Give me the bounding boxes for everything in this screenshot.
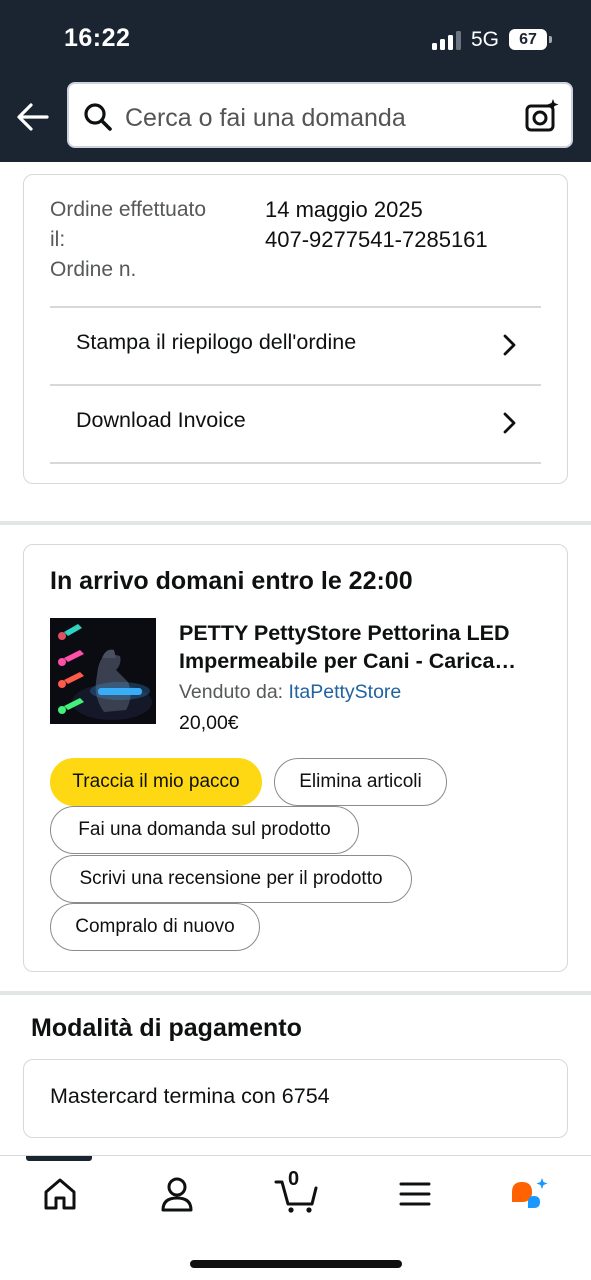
battery-icon: 67	[509, 29, 552, 50]
product-title-line1: PETTY PettyStore Pettorina LED	[179, 621, 510, 645]
payment-card: Mastercard termina con 6754	[23, 1059, 568, 1138]
payment-method-text: Mastercard termina con 6754	[50, 1084, 330, 1108]
cart-count: 0	[288, 1168, 300, 1190]
order-info-card: Ordine effettuato il: Ordine n. 14 maggi…	[23, 174, 568, 484]
search-bar[interactable]: Cerca o fai una domanda	[67, 82, 573, 148]
rufus-assistant-icon[interactable]	[508, 1174, 552, 1214]
chevron-right-icon	[503, 334, 516, 356]
ask-question-button[interactable]: Fai una domanda sul prodotto	[50, 806, 359, 854]
sold-by-label: Venduto da:	[179, 681, 284, 703]
seller-link[interactable]: ItaPettyStore	[289, 681, 402, 703]
shipment-card: In arrivo domani entro le 22:00 PETTY Pe…	[23, 544, 568, 972]
order-date-value: 14 maggio 2025	[265, 197, 423, 222]
section-separator	[0, 521, 591, 525]
track-package-button[interactable]: Traccia il mio pacco	[50, 758, 262, 806]
payment-heading: Modalità di pagamento	[31, 1014, 302, 1042]
download-invoice-label: Download Invoice	[76, 408, 246, 432]
divider	[50, 462, 541, 464]
account-icon[interactable]	[157, 1174, 197, 1214]
product-title-line2: Impermeabile per Cani - Carica…	[179, 649, 516, 673]
print-summary-row[interactable]: Stampa il riepilogo dell'ordine	[50, 308, 541, 384]
signal-icon	[432, 31, 461, 50]
order-date-label-line2: il:	[50, 228, 66, 251]
delivery-heading: In arrivo domani entro le 22:00	[50, 567, 413, 595]
order-number-label: Ordine n.	[50, 258, 137, 281]
product-title[interactable]: PETTY PettyStore Pettorina LED Impermeab…	[179, 619, 549, 675]
active-tab-indicator	[26, 1156, 92, 1161]
section-separator	[0, 991, 591, 995]
buy-again-button[interactable]: Compralo di nuovo	[50, 903, 260, 951]
print-summary-label: Stampa il riepilogo dell'ordine	[76, 330, 357, 354]
chevron-right-icon	[503, 412, 516, 434]
delete-items-button[interactable]: Elimina articoli	[274, 758, 447, 806]
search-icon	[84, 103, 112, 131]
sold-by: Venduto da: ItaPettyStore	[179, 681, 401, 704]
product-image[interactable]	[50, 618, 156, 724]
cart-button[interactable]: 0	[274, 1168, 320, 1214]
order-date-label-line1: Ordine effettuato	[50, 198, 207, 221]
back-arrow-icon[interactable]	[16, 102, 50, 132]
home-icon[interactable]	[40, 1174, 80, 1214]
product-price: 20,00€	[179, 712, 239, 734]
menu-icon[interactable]	[395, 1174, 435, 1214]
search-input[interactable]: Cerca o fai una domanda	[125, 104, 406, 133]
download-invoice-row[interactable]: Download Invoice	[50, 386, 541, 462]
top-header: 16:22 5G 67 Cerca o fai una domanda	[0, 0, 591, 162]
status-time: 16:22	[64, 24, 131, 52]
camera-sparkle-icon[interactable]	[524, 98, 560, 134]
home-indicator	[190, 1260, 402, 1268]
network-type: 5G	[471, 28, 500, 51]
write-review-button[interactable]: Scrivi una recensione per il prodotto	[50, 855, 412, 903]
order-number-value: 407-9277541-7285161	[265, 227, 488, 252]
